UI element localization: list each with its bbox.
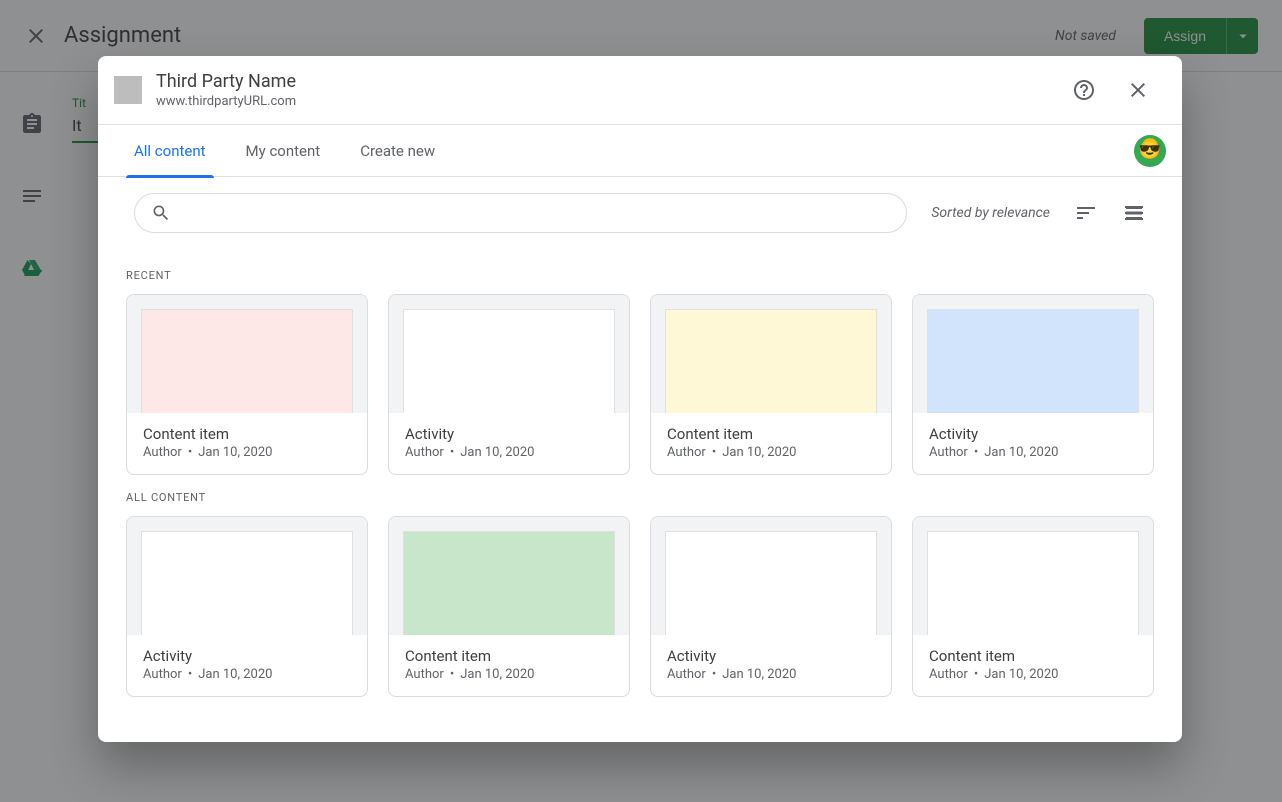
sort-icon[interactable] bbox=[1074, 201, 1098, 225]
content-card[interactable]: Content item Author•Jan 10, 2020 bbox=[912, 516, 1154, 697]
card-thumbnail bbox=[141, 309, 353, 413]
help-icon[interactable] bbox=[1064, 70, 1104, 110]
card-subtitle: Author•Jan 10, 2020 bbox=[405, 445, 613, 460]
list-view-icon[interactable] bbox=[1122, 201, 1146, 225]
tab-all-content[interactable]: All content bbox=[134, 125, 206, 177]
content-picker-modal: Third Party Name www.thirdpartyURL.com A… bbox=[98, 56, 1182, 742]
section-all-label: ALL CONTENT bbox=[126, 491, 1154, 504]
card-title: Content item bbox=[667, 425, 875, 443]
tabs: All content My content Create new bbox=[98, 125, 1182, 177]
content-card[interactable]: Activity Author•Jan 10, 2020 bbox=[126, 516, 368, 697]
modal-close-icon[interactable] bbox=[1118, 70, 1158, 110]
toolbar: Sorted by relevance bbox=[98, 177, 1182, 233]
card-subtitle: Author•Jan 10, 2020 bbox=[667, 445, 875, 460]
card-subtitle: Author•Jan 10, 2020 bbox=[405, 667, 613, 682]
card-title: Activity bbox=[667, 647, 875, 665]
card-title: Activity bbox=[929, 425, 1137, 443]
tab-my-content[interactable]: My content bbox=[246, 125, 321, 177]
sort-label: Sorted by relevance bbox=[931, 205, 1050, 221]
content-card[interactable]: Content item Author•Jan 10, 2020 bbox=[650, 294, 892, 475]
card-title: Content item bbox=[929, 647, 1137, 665]
card-thumbnail bbox=[665, 309, 877, 413]
card-thumbnail bbox=[403, 531, 615, 635]
content-card[interactable]: Activity Author•Jan 10, 2020 bbox=[650, 516, 892, 697]
search-icon bbox=[151, 203, 171, 223]
card-title: Activity bbox=[405, 425, 613, 443]
card-subtitle: Author•Jan 10, 2020 bbox=[929, 667, 1137, 682]
card-thumbnail bbox=[927, 309, 1139, 413]
card-thumbnail bbox=[403, 309, 615, 413]
card-title: Content item bbox=[143, 425, 351, 443]
third-party-name: Third Party Name bbox=[156, 71, 296, 92]
card-thumbnail bbox=[141, 531, 353, 635]
content-card[interactable]: Content item Author•Jan 10, 2020 bbox=[388, 516, 630, 697]
third-party-url: www.thirdpartyURL.com bbox=[156, 94, 296, 109]
card-subtitle: Author•Jan 10, 2020 bbox=[143, 667, 351, 682]
content-card[interactable]: Activity Author•Jan 10, 2020 bbox=[388, 294, 630, 475]
content-card[interactable]: Content item Author•Jan 10, 2020 bbox=[126, 294, 368, 475]
card-title: Content item bbox=[405, 647, 613, 665]
search-input[interactable] bbox=[183, 205, 890, 222]
card-title: Activity bbox=[143, 647, 351, 665]
modal-header: Third Party Name www.thirdpartyURL.com bbox=[98, 56, 1182, 125]
section-recent-label: RECENT bbox=[126, 269, 1154, 282]
search-field[interactable] bbox=[134, 193, 907, 233]
card-thumbnail bbox=[665, 531, 877, 635]
card-thumbnail bbox=[927, 531, 1139, 635]
card-subtitle: Author•Jan 10, 2020 bbox=[667, 667, 875, 682]
card-subtitle: Author•Jan 10, 2020 bbox=[143, 445, 351, 460]
tab-create-new[interactable]: Create new bbox=[360, 125, 435, 177]
third-party-logo bbox=[114, 76, 142, 104]
card-subtitle: Author•Jan 10, 2020 bbox=[929, 445, 1137, 460]
content-card[interactable]: Activity Author•Jan 10, 2020 bbox=[912, 294, 1154, 475]
avatar[interactable] bbox=[1134, 135, 1166, 167]
